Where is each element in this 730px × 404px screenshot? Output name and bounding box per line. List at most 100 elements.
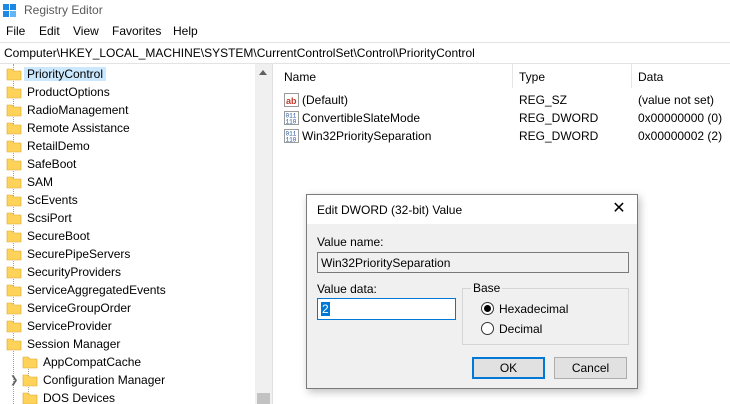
tree-item-dos-devices[interactable]: DOS Devices [0,389,255,404]
address-bar[interactable]: Computer\HKEY_LOCAL_MACHINE\SYSTEM\Curre… [0,42,730,64]
registry-editor-icon [3,4,16,17]
value-type: REG_SZ [519,93,568,107]
column-header-label: Data [638,70,664,84]
column-header-name[interactable]: Name [278,64,512,88]
binary-value-icon: 011 110 [284,111,299,126]
folder-icon [6,266,22,279]
value-name: (Default) [302,93,349,107]
tree-item-label: SecurePipeServers [27,247,131,261]
cancel-button[interactable]: Cancel [554,357,627,379]
tree-item-label: ScsiPort [27,211,72,225]
value-data: (value not set) [638,93,715,107]
menu-bar: File Edit View Favorites Help [0,22,730,42]
folder-icon [6,230,22,243]
radio-hexadecimal[interactable]: Hexadecimal [481,301,621,317]
tree-item-label: DOS Devices [43,391,116,404]
key-tree[interactable]: PriorityControl ProductOptions RadioMana… [0,64,272,404]
folder-icon [22,392,38,404]
menu-view[interactable]: View [73,24,99,38]
tree-item-scsiport[interactable]: ScsiPort [0,209,255,227]
tree-item-remote-assistance[interactable]: Remote Assistance [0,119,255,137]
tree-item-securepipeservers[interactable]: SecurePipeServers [0,245,255,263]
tree-item-label: Remote Assistance [27,121,130,135]
ok-button[interactable]: OK [472,357,545,379]
value-name-text: Win32PrioritySeparation [321,256,451,270]
close-icon[interactable]: ✕ [609,199,629,219]
tree-item-safeboot[interactable]: SafeBoot [0,155,255,173]
radio-decimal[interactable]: Decimal [481,321,621,337]
scroll-up-arrow-icon[interactable] [259,70,267,75]
tree-item-label: SecureBoot [27,229,90,243]
edit-dword-dialog: Edit DWORD (32-bit) Value ✕ Value name: … [306,194,638,389]
value-row-win32priorityseparation[interactable]: 011 110 Win32PrioritySeparation REG_DWOR… [278,127,730,145]
svg-text:ab: ab [286,96,297,106]
tree-item-label: Configuration Manager [43,373,166,387]
column-header-data[interactable]: Data [632,64,730,88]
folder-icon [6,284,22,297]
dialog-title-bar[interactable]: Edit DWORD (32-bit) Value ✕ [307,195,637,224]
radio-button[interactable] [481,302,494,315]
value-data-label: Value data: [317,282,377,296]
tree-item-label: ServiceAggregatedEvents [27,283,166,297]
tree-item-retaildemo[interactable]: RetailDemo [0,137,255,155]
folder-icon [6,320,22,333]
value-name-label: Value name: [317,235,384,249]
tree-item-securityproviders[interactable]: SecurityProviders [0,263,255,281]
column-header-label: Name [284,70,317,84]
tree-item-serviceprovider[interactable]: ServiceProvider [0,317,255,335]
menu-favorites[interactable]: Favorites [112,24,161,38]
radio-button[interactable] [481,322,494,335]
tree-item-label: ProductOptions [27,85,110,99]
folder-icon [22,374,38,387]
tree-item-secureboot[interactable]: SecureBoot [0,227,255,245]
tree-item-label: AppCompatCache [43,355,142,369]
column-header-type[interactable]: Type [513,64,631,88]
value-name-field: Win32PrioritySeparation [317,252,629,273]
value-data: 0x00000002 (2) [638,129,723,143]
tree-item-productoptions[interactable]: ProductOptions [0,83,255,101]
value-row-convertibleslatemode[interactable]: 011 110 ConvertibleSlateMode REG_DWORD 0… [278,109,730,127]
folder-icon [6,68,22,81]
scrollbar-thumb[interactable] [257,393,270,404]
folder-icon [6,248,22,261]
folder-icon [6,338,22,351]
tree-item-label: ServiceGroupOrder [27,301,132,315]
tree-item-prioritycontrol[interactable]: PriorityControl [0,65,255,83]
tree-item-label: PriorityControl [24,67,107,81]
string-value-icon: ab [284,93,299,107]
radio-label: Hexadecimal [499,302,569,316]
value-type: REG_DWORD [519,129,599,143]
menu-file[interactable]: File [6,24,25,38]
tree-item-serviceaggregatedevents[interactable]: ServiceAggregatedEvents [0,281,255,299]
tree-item-label: RetailDemo [27,139,90,153]
folder-icon [6,194,22,207]
tree-item-scevents[interactable]: ScEvents [0,191,255,209]
tree-item-configuration-manager[interactable]: ❯ Configuration Manager [0,371,255,389]
folder-icon [6,122,22,135]
folder-icon [6,176,22,189]
tree-item-radiomanagement[interactable]: RadioManagement [0,101,255,119]
value-data-input[interactable]: 2 [317,298,456,320]
base-group: Base Hexadecimal Decimal [462,281,629,345]
radio-selected-dot [484,305,491,312]
tree-scrollbar[interactable] [255,64,272,404]
tree-item-appcompatcache[interactable]: AppCompatCache [0,353,255,371]
folder-icon [6,86,22,99]
tree-item-label: SecurityProviders [27,265,122,279]
tree-item-label: Session Manager [27,337,121,351]
svg-text:110: 110 [286,137,297,144]
address-path[interactable]: Computer\HKEY_LOCAL_MACHINE\SYSTEM\Curre… [4,46,475,60]
tree-item-servicegrouporder[interactable]: ServiceGroupOrder [0,299,255,317]
tree-item-sam[interactable]: SAM [0,173,255,191]
tree-item-label: ScEvents [27,193,78,207]
value-name: Win32PrioritySeparation [302,129,432,143]
menu-edit[interactable]: Edit [39,24,60,38]
tree-item-label: ServiceProvider [27,319,112,333]
chevron-right-icon[interactable]: ❯ [10,375,18,386]
base-group-label: Base [471,281,503,295]
menu-help[interactable]: Help [173,24,198,38]
radio-label: Decimal [499,322,543,336]
value-data-text: 2 [321,302,330,316]
value-row-default[interactable]: ab (Default) REG_SZ (value not set) [278,91,730,109]
tree-item-session-manager[interactable]: Session Manager [0,335,255,353]
